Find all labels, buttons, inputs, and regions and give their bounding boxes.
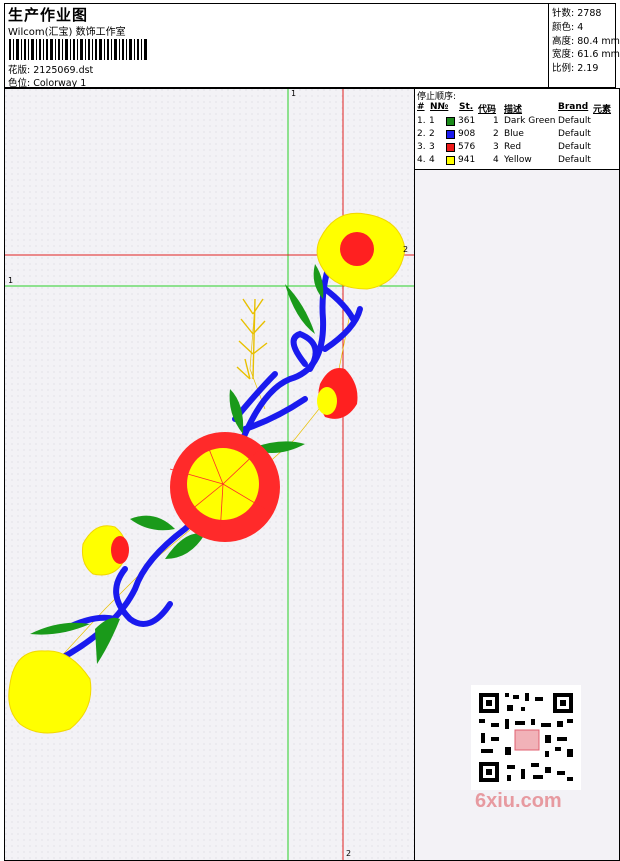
green-v-label: 1 [291, 89, 297, 98]
header: 生产作业图 Wilcom(汇宝) 数饰工作室 花版: 2125069.dst 色… [4, 3, 620, 89]
barcode-icon [9, 39, 147, 60]
studio-name: Wilcom(汇宝) 数饰工作室 [8, 27, 126, 38]
stat-colors: 颜色: 4 [552, 22, 584, 33]
embroidery-design [5, 89, 414, 860]
flower-top-right [316, 212, 406, 290]
stats-panel: 针数: 2788 颜色: 4 高度: 80.4 mm 宽度: 61.6 mm 比… [548, 4, 620, 88]
red-h-label: 2 [403, 245, 409, 254]
stat-stitches: 针数: 2788 [552, 8, 602, 19]
col-code: 代码 [478, 105, 497, 115]
green-h-label: 1 [8, 276, 14, 285]
color-swatch [446, 117, 455, 126]
col-brand: Brand [558, 102, 589, 112]
color-swatch [446, 130, 455, 139]
flower-center [169, 432, 280, 542]
table-row: 1. 1 361 1 Dark Green Default [417, 116, 591, 126]
colorway: 色位: Colorway 1 [8, 78, 87, 89]
design-canvas: 1 1 2 2 [4, 88, 415, 861]
stat-width: 宽度: 61.6 mm [552, 49, 620, 60]
seal-icon [514, 729, 540, 751]
red-v-label: 2 [346, 849, 352, 858]
page-title: 生产作业图 [8, 6, 89, 24]
col-elem: 元素 [593, 105, 612, 115]
col-desc: 描述 [504, 105, 523, 115]
color-swatch [446, 143, 455, 152]
color-sequence-table: 停止顺序: # N№ St. 代码 描述 Brand 元素 1. 1 361 1 D… [414, 88, 620, 170]
table-row: 2. 2 908 2 Blue Default [417, 129, 591, 139]
qr-code-icon [471, 685, 581, 790]
watermark: 6xiu.com [475, 790, 562, 812]
table-row: 3. 3 576 3 Red Default [417, 142, 591, 152]
legend-title: 停止顺序: [417, 92, 457, 102]
stat-height: 高度: 80.4 mm [552, 36, 620, 47]
color-swatch [446, 156, 455, 165]
col-st: St. [459, 102, 474, 112]
stat-ratio: 比例: 2.19 [552, 63, 599, 74]
side-panel: 6xiu.com [414, 169, 620, 861]
col-no: N№ [430, 102, 449, 112]
design-file: 花版: 2125069.dst [8, 65, 94, 76]
table-row: 4. 4 941 4 Yellow Default [417, 155, 591, 165]
col-num: # [417, 102, 425, 112]
